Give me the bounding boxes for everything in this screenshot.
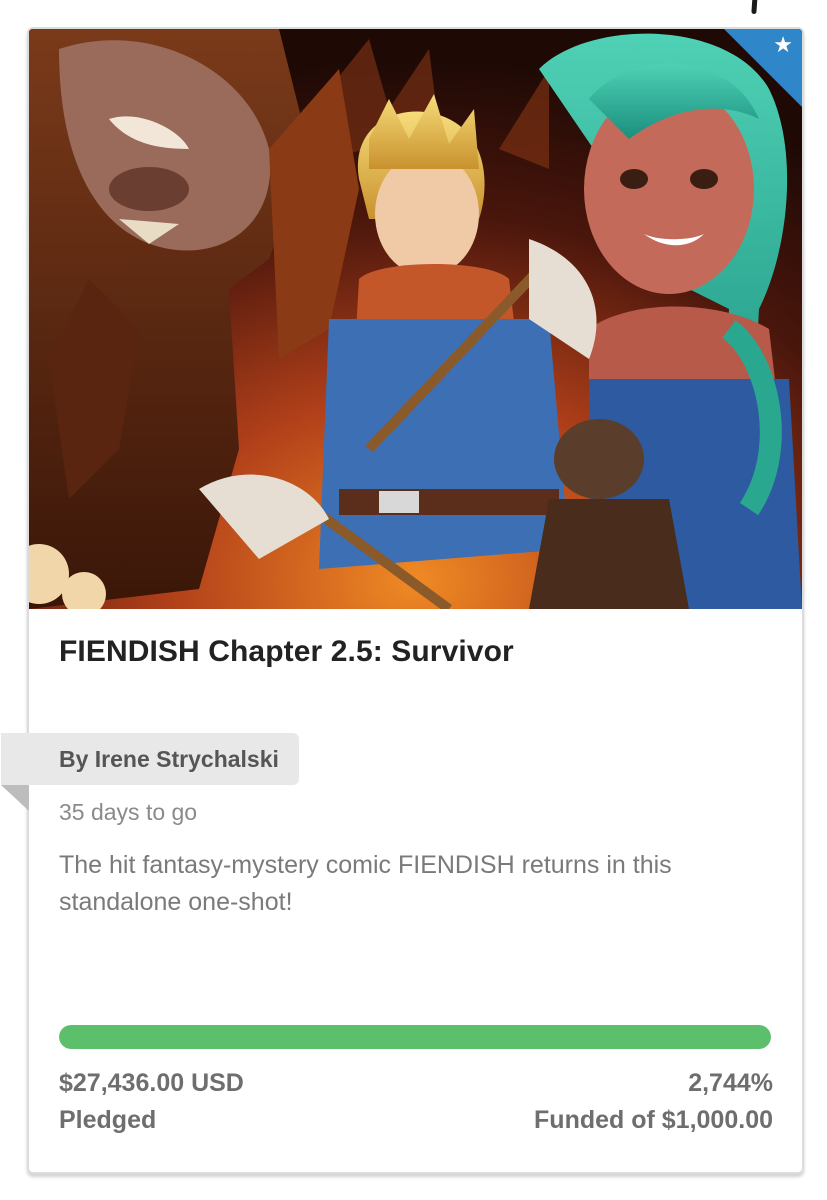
campaign-description: The hit fantasy-mystery comic FIENDISH r… bbox=[59, 851, 672, 916]
funding-progress-bar bbox=[59, 1025, 771, 1049]
cover-image[interactable]: ★ bbox=[29, 29, 802, 609]
author-tag[interactable]: By Irene Strychalski bbox=[1, 733, 299, 785]
campaign-title[interactable]: FIENDISH Chapter 2.5: Survivor bbox=[59, 635, 514, 669]
campaign-card[interactable]: ★ FIENDISH Chapter 2.5: Survivor By Iren… bbox=[1, 27, 804, 1174]
author-name: By Irene Strychalski bbox=[59, 745, 279, 772]
pledged-amount: $27,436.00 USD bbox=[59, 1069, 244, 1097]
funded-label: Funded of $1,000.00 bbox=[534, 1106, 773, 1134]
page: ★ FIENDISH Chapter 2.5: Survivor By Iren… bbox=[0, 0, 827, 1200]
decorative-stroke bbox=[751, 0, 758, 15]
pledged-stat: $27,436.00 USD Pledged bbox=[59, 1065, 244, 1139]
funded-percent: 2,744% bbox=[688, 1069, 773, 1097]
funding-progress-fill bbox=[59, 1025, 771, 1049]
pledged-label: Pledged bbox=[59, 1106, 157, 1134]
days-remaining: 35 days to go bbox=[59, 799, 198, 825]
cover-art-illustration bbox=[29, 29, 802, 609]
star-icon: ★ bbox=[773, 33, 793, 58]
funded-stat: 2,744% Funded of $1,000.00 bbox=[534, 1065, 773, 1139]
author-tag-fold bbox=[1, 785, 29, 811]
